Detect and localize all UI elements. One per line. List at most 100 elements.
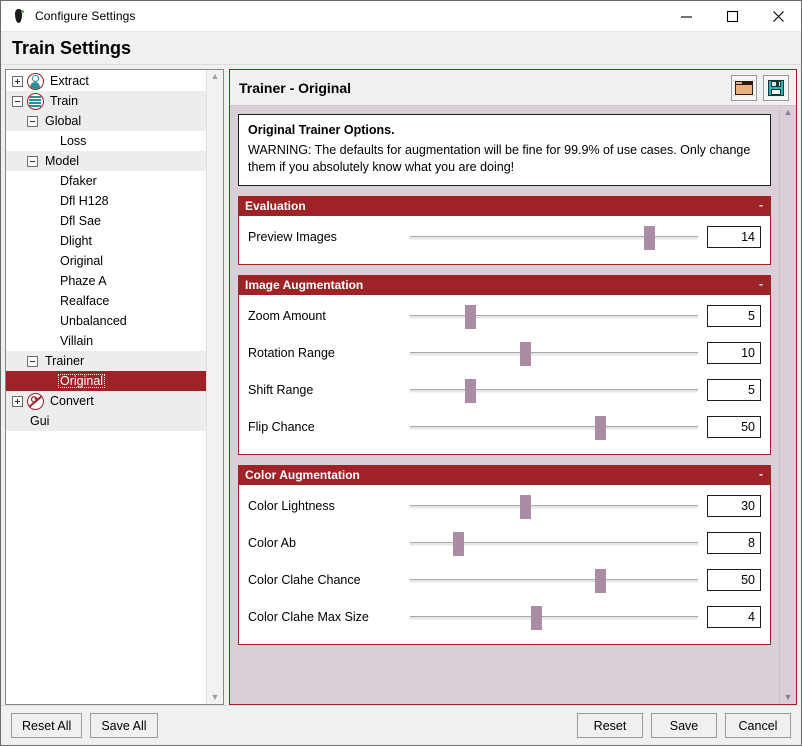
slider-handle[interactable] [465, 379, 476, 403]
option-label-color-lightness: Color Lightness [248, 499, 410, 513]
tree-item-realface[interactable]: Realface [6, 291, 206, 311]
collapse-icon[interactable] [27, 156, 38, 167]
slider-handle[interactable] [595, 416, 606, 440]
tree-item-convert[interactable]: ⟳Convert [6, 391, 206, 411]
tree-item-label: Dfl Sae [58, 214, 103, 228]
slider-handle[interactable] [465, 305, 476, 329]
slider-handle[interactable] [520, 495, 531, 519]
content-scroll-up-icon[interactable]: ▲ [784, 108, 793, 117]
tree-item-dfaker[interactable]: Dfaker [6, 171, 206, 191]
slider-track[interactable] [410, 579, 698, 583]
slider-shift-range[interactable] [410, 376, 698, 404]
tree-item-label: Original [58, 254, 105, 268]
tree-scroll-down-icon[interactable]: ▼ [211, 693, 220, 702]
section-body: Color Lightness30Color Ab8Color Clahe Ch… [239, 485, 770, 644]
collapse-icon[interactable] [27, 116, 38, 127]
tree-item-label: Gui [28, 414, 51, 428]
value-input-flip-chance[interactable]: 50 [707, 416, 761, 438]
content-scrollbar[interactable]: ▲ ▼ [779, 106, 796, 704]
maximize-icon[interactable] [709, 1, 755, 31]
slider-handle[interactable] [520, 342, 531, 366]
tree-item-phaze-a[interactable]: Phaze A [6, 271, 206, 291]
section-collapse-icon[interactable]: - [759, 468, 763, 482]
collapse-icon[interactable] [27, 356, 38, 367]
tree-item-extract[interactable]: Extract [6, 71, 206, 91]
tree-item-villain[interactable]: Villain [6, 331, 206, 351]
tree-item-label: Trainer [43, 354, 86, 368]
tree-item-original[interactable]: Original [6, 251, 206, 271]
tree-item-dlight[interactable]: Dlight [6, 231, 206, 251]
section-collapse-icon[interactable]: - [759, 278, 763, 292]
slider-flip-chance[interactable] [410, 413, 698, 441]
tree-item-global[interactable]: Global [6, 111, 206, 131]
value-input-color-clahe-chance[interactable]: 50 [707, 569, 761, 591]
tree-item-label: Unbalanced [58, 314, 129, 328]
tree-item-dfl-sae[interactable]: Dfl Sae [6, 211, 206, 231]
value-input-color-clahe-max-size[interactable]: 4 [707, 606, 761, 628]
slider-handle[interactable] [453, 532, 464, 556]
slider-track[interactable] [410, 616, 698, 620]
section-title: Color Augmentation [245, 468, 360, 482]
content-title: Trainer - Original [239, 80, 351, 96]
tree-item-unbalanced[interactable]: Unbalanced [6, 311, 206, 331]
value-input-color-lightness[interactable]: 30 [707, 495, 761, 517]
slider-track[interactable] [410, 505, 698, 509]
slider-rotation-range[interactable] [410, 339, 698, 367]
section-header[interactable]: Image Augmentation- [239, 276, 770, 295]
slider-handle[interactable] [595, 569, 606, 593]
load-settings-button[interactable] [731, 75, 757, 101]
tree-scrollbar[interactable]: ▲ ▼ [206, 70, 223, 704]
settings-tree[interactable]: Extract Train Global LossModelDfakerDfl H12… [6, 70, 206, 704]
content-scroll-down-icon[interactable]: ▼ [784, 693, 793, 702]
section-collapse-icon[interactable]: - [759, 199, 763, 213]
section-title: Evaluation [245, 199, 306, 213]
slider-handle[interactable] [644, 226, 655, 250]
option-row-flip-chance: Flip Chance50 [248, 409, 761, 446]
tree-item-model[interactable]: Model [6, 151, 206, 171]
cancel-button[interactable]: Cancel [725, 713, 791, 738]
slider-color-clahe-max-size[interactable] [410, 603, 698, 631]
slider-track[interactable] [410, 315, 698, 319]
tree-item-train[interactable]: Train [6, 91, 206, 111]
tree-item-original[interactable]: Original [6, 371, 206, 391]
option-row-color-ab: Color Ab8 [248, 525, 761, 562]
content-scroll-area: Original Trainer Options. WARNING: The d… [230, 106, 796, 704]
tree-item-dfl-h128[interactable]: Dfl H128 [6, 191, 206, 211]
tree-scroll-up-icon[interactable]: ▲ [211, 72, 220, 81]
close-icon[interactable] [755, 1, 801, 31]
value-input-rotation-range[interactable]: 10 [707, 342, 761, 364]
save-all-button[interactable]: Save All [90, 713, 157, 738]
reset-button[interactable]: Reset [577, 713, 643, 738]
slider-zoom-amount[interactable] [410, 302, 698, 330]
collapse-icon[interactable] [12, 96, 23, 107]
value-input-color-ab[interactable]: 8 [707, 532, 761, 554]
value-input-zoom-amount[interactable]: 5 [707, 305, 761, 327]
section-body: Preview Images 14 [239, 216, 770, 264]
reset-all-button[interactable]: Reset All [11, 713, 82, 738]
slider-track[interactable] [410, 236, 698, 240]
tree-item-trainer[interactable]: Trainer [6, 351, 206, 371]
expand-icon[interactable] [12, 396, 23, 407]
tree-item-gui[interactable]: Gui [6, 411, 206, 431]
value-input-preview-images[interactable]: 14 [707, 226, 761, 248]
tree-item-label: Extract [48, 74, 91, 88]
slider-track[interactable] [410, 352, 698, 356]
slider-track[interactable] [410, 426, 698, 430]
expand-icon[interactable] [12, 76, 23, 87]
option-label-preview-images: Preview Images [248, 230, 410, 244]
tree-item-loss[interactable]: Loss [6, 131, 206, 151]
minimize-icon[interactable] [663, 1, 709, 31]
train-icon [27, 93, 44, 110]
slider-color-ab[interactable] [410, 529, 698, 557]
slider-preview-images[interactable] [410, 223, 698, 251]
slider-color-lightness[interactable] [410, 492, 698, 520]
slider-color-clahe-chance[interactable] [410, 566, 698, 594]
slider-handle[interactable] [531, 606, 542, 630]
slider-track[interactable] [410, 389, 698, 393]
save-settings-button[interactable] [763, 75, 789, 101]
save-button[interactable]: Save [651, 713, 717, 738]
section-header[interactable]: Evaluation - [239, 197, 770, 216]
value-input-shift-range[interactable]: 5 [707, 379, 761, 401]
section-header[interactable]: Color Augmentation - [239, 466, 770, 485]
tree-item-label: Global [43, 114, 83, 128]
